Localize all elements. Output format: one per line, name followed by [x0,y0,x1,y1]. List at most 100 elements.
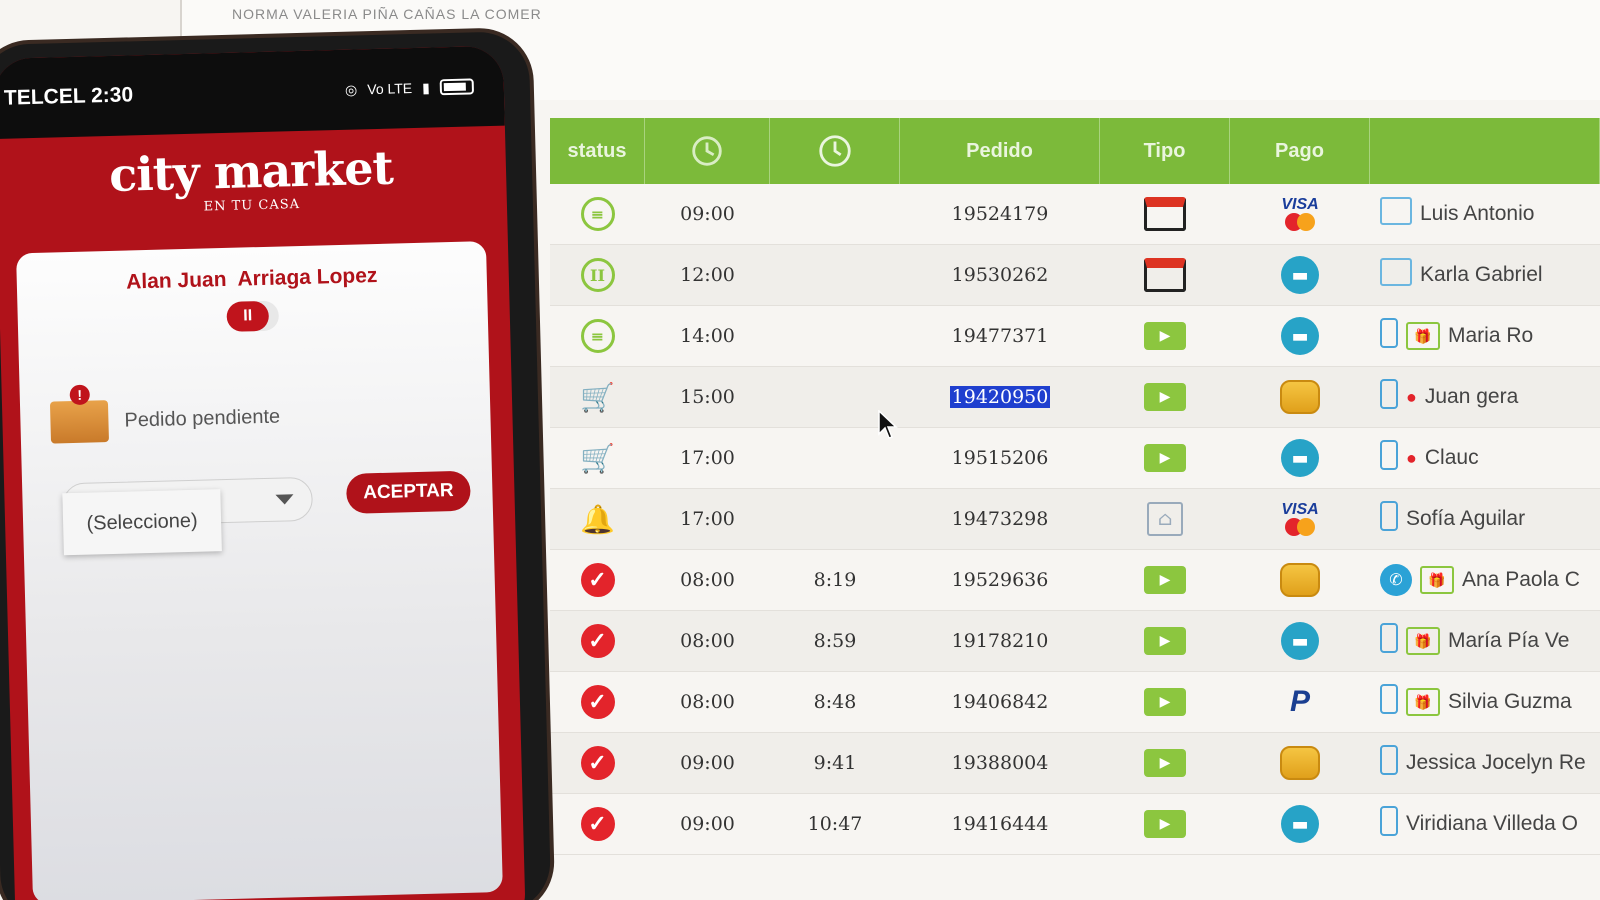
desktop-channel-icon [1380,258,1412,292]
order-number[interactable]: 19420950 [900,367,1100,427]
actual-time: 8:48 [813,691,857,713]
status-check-icon[interactable]: ✓ [550,794,645,854]
order-row[interactable]: ≡ 09:00 19524179 VISA Luis Antonio [550,184,1600,245]
status-cart-icon[interactable]: 🛒 [550,367,645,427]
picker-card: Alan Juan Arriaga Lopez II ! Pedido pend… [16,241,503,900]
paypal-icon: P [1289,685,1310,718]
order-number[interactable]: 19473298 [900,489,1100,549]
actual-time: 8:59 [813,630,857,652]
order-row[interactable]: 🔔 17:00 19473298 ⌂ VISA Sofía Aguilar [550,489,1600,550]
delivery-truck-icon: ▶ [1100,611,1230,671]
status-check-icon[interactable]: ✓ [550,733,645,793]
mobile-channel-icon [1380,379,1398,415]
history-clock-icon [692,136,722,166]
status-check-icon[interactable]: ✓ [550,611,645,671]
customer-name: Luis Antonio [1420,202,1535,225]
order-number[interactable]: 19178210 [900,611,1100,671]
delivery-truck-icon: ▶ [1100,733,1230,793]
customer-cell[interactable]: 🎁 Silvia Guzma [1370,672,1600,732]
customer-cell[interactable]: 🎁 María Pía Ve [1370,611,1600,671]
status-cart-icon[interactable]: 🛒 [550,428,645,488]
scheduled-time: 12:00 [680,264,735,286]
header-tipo[interactable]: Tipo [1100,118,1230,184]
accept-button[interactable]: ACEPTAR [345,470,471,514]
scheduled-time: 15:00 [680,386,735,408]
header-pedido[interactable]: Pedido [900,118,1100,184]
card-payment-icon: ▬ [1230,306,1370,366]
order-number[interactable]: 19515206 [900,428,1100,488]
visa-mastercard-icon: VISA [1230,184,1370,244]
order-row[interactable]: 🛒 15:00 19420950 ▶ ● Juan gera [550,367,1600,428]
order-row[interactable]: II 12:00 19530262 ▬ Karla Gabriel [550,245,1600,306]
pause-toggle[interactable]: II [226,300,280,332]
order-row[interactable]: ✓ 09:00 9:41 19388004 ▶ Jessica Jocelyn Re [550,733,1600,794]
order-number[interactable]: 19388004 [900,733,1100,793]
header-scheduled-time[interactable] [645,118,770,184]
scheduled-time: 09:00 [680,752,735,774]
storefront-icon: ⌂ [1100,489,1230,549]
customer-cell[interactable]: Jessica Jocelyn Re [1370,733,1600,793]
desktop-channel-icon [1380,197,1412,231]
orders-grid-body: ≡ 09:00 19524179 VISA Luis Antonio II 12:00 195… [550,184,1600,855]
visa-mastercard-icon: VISA [1230,489,1370,549]
user-first-name: Alan Juan [125,267,227,294]
order-row[interactable]: ≡ 14:00 19477371 ▶ ▬ 🎁 Maria Ro [550,306,1600,367]
customer-cell[interactable]: ● Juan gera [1370,367,1600,427]
wifi-icon: ◎ [344,80,358,98]
reason-select-option[interactable]: (Seleccione) [62,489,222,556]
customer-cell[interactable]: Karla Gabriel [1370,245,1600,305]
order-row[interactable]: ✓ 08:00 8:59 19178210 ▶ ▬ 🎁 María Pía Ve [550,611,1600,672]
orders-grid-header: status Pedido Tipo Pago [550,118,1600,184]
promo-icon: ● [1406,448,1417,468]
order-row[interactable]: ✓ 09:00 10:47 19416444 ▶ ▬ Viridiana Villeda O [550,794,1600,855]
pending-box-icon: ! [49,384,110,444]
status-list-icon[interactable]: ≡ [550,184,645,244]
status-pause-icon[interactable]: II [550,245,645,305]
order-row[interactable]: ✓ 08:00 8:48 19406842 ▶ P 🎁 Silvia Guzma [550,672,1600,733]
gift-icon: 🎁 [1406,688,1440,716]
customer-name: Clauc [1424,446,1479,469]
store-name-text: NORMA VALERIA PIÑA CAÑAS LA COMER [232,6,542,22]
order-row[interactable]: 🛒 17:00 19515206 ▶ ▬ ● Clauc [550,428,1600,489]
cash-coins-icon [1230,367,1370,427]
customer-name: Ana Paola C [1462,568,1580,591]
order-number[interactable]: 19524179 [900,184,1100,244]
customer-cell[interactable]: Sofía Aguilar [1370,489,1600,549]
order-action-row: (Seleccione) ACEPTAR [22,470,493,556]
header-actual-time[interactable] [770,118,900,184]
customer-cell[interactable]: ● Clauc [1370,428,1600,488]
customer-name: Karla Gabriel [1420,263,1543,286]
scheduled-time: 08:00 [680,569,735,591]
order-number[interactable]: 19477371 [900,306,1100,366]
carrier-time: TELCEL 2:30 [3,83,134,110]
user-name: Alan Juan Arriaga Lopez [17,261,487,297]
customer-cell[interactable]: Viridiana Villeda O [1370,794,1600,854]
header-status[interactable]: status [550,118,645,184]
order-number[interactable]: 19406842 [900,672,1100,732]
order-row[interactable]: ✓ 08:00 8:19 19529636 ▶ ✆ 🎁 Ana Paola C [550,550,1600,611]
actual-time [770,306,900,366]
customer-cell[interactable]: Luis Antonio [1370,184,1600,244]
customer-name: María Pía Ve [1448,629,1570,652]
actual-time [770,245,900,305]
pause-icon: II [226,300,270,332]
status-bell-icon[interactable]: 🔔 [550,489,645,549]
delivery-truck-icon: ▶ [1100,367,1230,427]
customer-cell[interactable]: ✆ 🎁 Ana Paola C [1370,550,1600,610]
phone-screen: TELCEL 2:30 ◎ Vo LTE ▮ city market EN TU… [0,45,526,900]
card-payment-icon: ▬ [1230,245,1370,305]
status-check-icon[interactable]: ✓ [550,672,645,732]
customer-cell[interactable]: 🎁 Maria Ro [1370,306,1600,366]
header-pago[interactable]: Pago [1230,118,1370,184]
scheduled-time: 17:00 [680,508,735,530]
order-number[interactable]: 19529636 [900,550,1100,610]
status-check-icon[interactable]: ✓ [550,550,645,610]
status-icons: ◎ Vo LTE ▮ [344,78,475,98]
order-number[interactable]: 19530262 [900,245,1100,305]
signal-icon: ▮ [421,79,431,96]
delivery-truck-icon: ▶ [1100,428,1230,488]
phone-status-bar: TELCEL 2:30 ◎ Vo LTE ▮ [0,45,505,139]
order-number[interactable]: 19416444 [900,794,1100,854]
status-list-icon[interactable]: ≡ [550,306,645,366]
whatsapp-channel-icon: ✆ [1380,564,1412,596]
